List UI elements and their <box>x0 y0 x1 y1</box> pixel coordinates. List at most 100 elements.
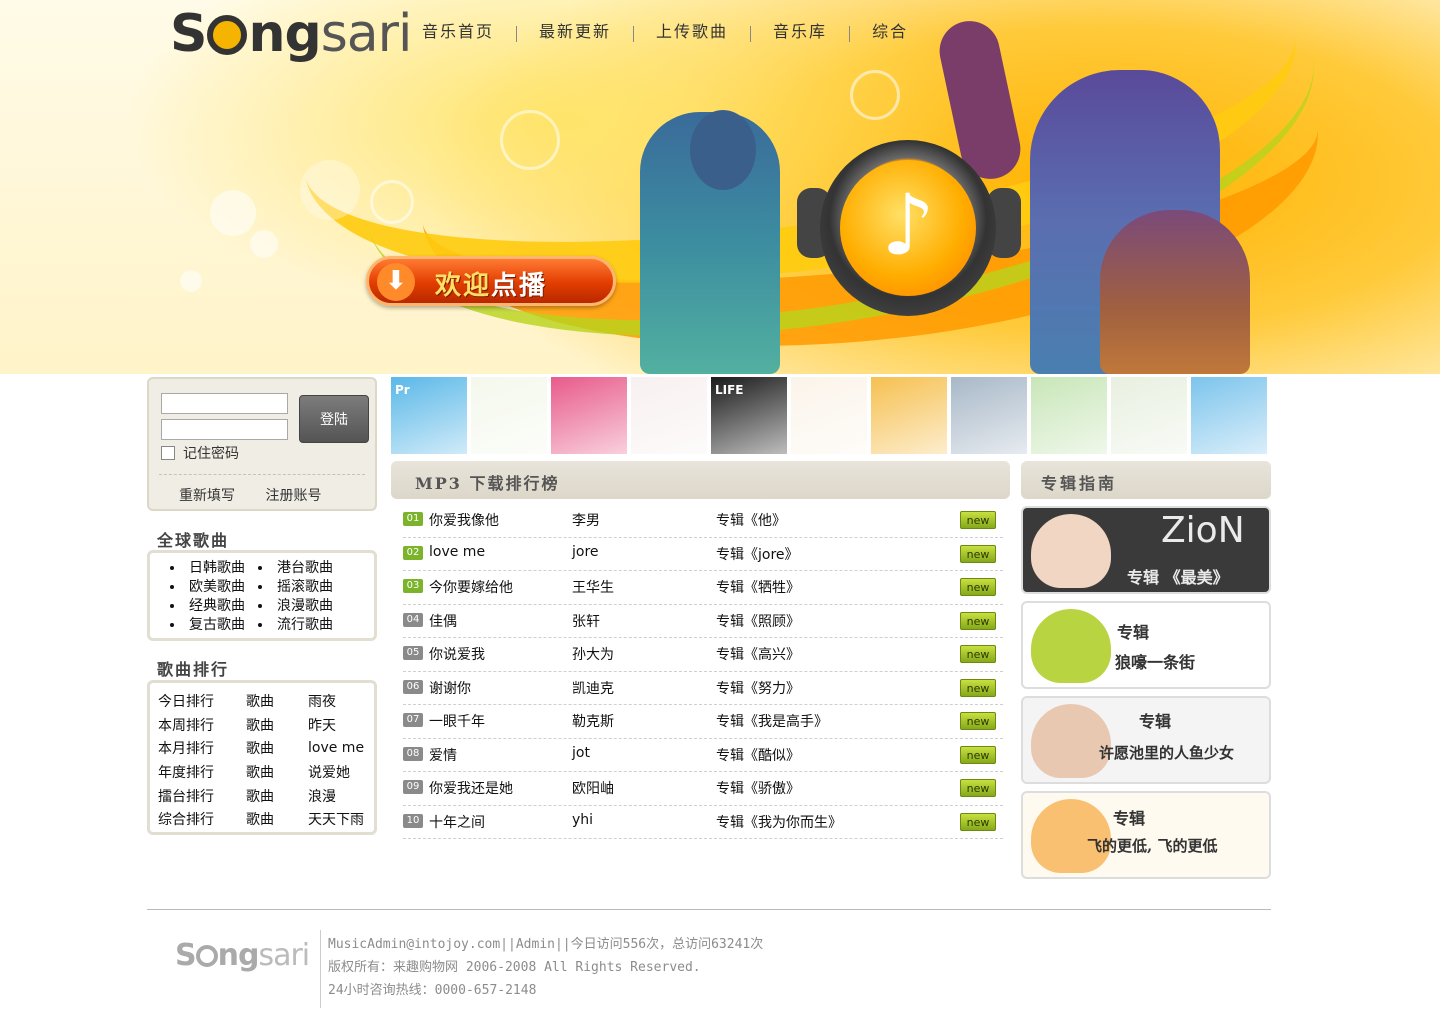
global-song-category[interactable]: 港台歌曲 <box>258 559 358 578</box>
album-link[interactable]: 专辑《骄傲》 <box>716 778 800 798</box>
global-song-category[interactable]: 经典歌曲 <box>170 597 258 616</box>
song-title-link[interactable]: 一眼千年 <box>429 711 485 731</box>
rank-number-badge: 05 <box>403 646 423 660</box>
rank-song-link[interactable]: 浪漫 <box>308 784 364 808</box>
global-song-category[interactable]: 复古歌曲 <box>170 616 258 635</box>
album-link[interactable]: 专辑《照顾》 <box>716 611 800 631</box>
album-thumbnail[interactable] <box>471 377 547 454</box>
banner-ring <box>370 180 414 224</box>
new-badge-button[interactable]: new <box>960 511 996 529</box>
nav-home[interactable]: 音乐首页 <box>400 18 516 46</box>
album-thumbnail[interactable] <box>1191 377 1267 454</box>
new-badge-button[interactable]: new <box>960 645 996 663</box>
rank-number-badge: 09 <box>403 780 423 794</box>
rank-song-link[interactable]: 昨天 <box>308 713 364 737</box>
rank-type: 歌曲 <box>246 741 274 758</box>
rank-song-link[interactable]: 雨夜 <box>308 689 364 713</box>
artist-link[interactable]: 勒克斯 <box>572 711 614 731</box>
rank-song-link[interactable]: love me <box>308 736 364 760</box>
artist-link[interactable]: 张轩 <box>572 611 600 631</box>
global-songs-panel: 日韩歌曲港台歌曲欧美歌曲摇滚歌曲经典歌曲浪漫歌曲复古歌曲流行歌曲 <box>147 550 377 641</box>
artist-link[interactable]: 欧阳岫 <box>572 778 614 798</box>
artist-link[interactable]: 李男 <box>572 510 600 530</box>
register-link[interactable]: 注册账号 <box>265 488 321 504</box>
song-title-link[interactable]: 佳偶 <box>429 611 457 631</box>
rank-period: 擂台排行 <box>158 788 214 805</box>
album-link[interactable]: 专辑《他》 <box>716 510 786 530</box>
nav-general[interactable]: 综合 <box>850 18 930 46</box>
welcome-button[interactable]: ⬇ 欢迎点播 <box>366 256 616 306</box>
rank-song-link[interactable]: 天天下雨 <box>308 807 364 831</box>
song-title-link[interactable]: 十年之间 <box>429 812 485 832</box>
album-link[interactable]: 专辑《jore》 <box>716 544 799 564</box>
song-title-link[interactable]: 谢谢你 <box>429 678 471 698</box>
album-thumbnail[interactable] <box>631 377 707 454</box>
footer-contact: MusicAdmin@intojoy.com||Admin||今日访问556次，… <box>328 937 764 952</box>
nav-upload[interactable]: 上传歌曲 <box>634 18 750 46</box>
artist-link[interactable]: 凯迪克 <box>572 678 614 698</box>
artist-link[interactable]: 孙大为 <box>572 644 614 664</box>
song-title-link[interactable]: 你爱我还是她 <box>429 778 513 798</box>
new-badge-button[interactable]: new <box>960 745 996 764</box>
username-input[interactable] <box>161 393 288 414</box>
song-title-link[interactable]: love me <box>429 544 485 560</box>
album-link[interactable]: 专辑《酷似》 <box>716 745 800 765</box>
album-thumbnail[interactable] <box>871 377 947 454</box>
remember-checkbox[interactable] <box>161 446 175 460</box>
nav-library[interactable]: 音乐库 <box>751 18 849 46</box>
global-song-category[interactable]: 浪漫歌曲 <box>258 597 358 616</box>
new-badge-button[interactable]: new <box>960 678 996 697</box>
album-thumbnail[interactable]: LIFE <box>711 377 787 454</box>
footer-separator <box>320 930 321 1008</box>
album-link[interactable]: 专辑《牺牲》 <box>716 577 800 597</box>
logo-disc-icon <box>207 15 248 55</box>
rank-type: 歌曲 <box>246 717 274 734</box>
new-badge-button[interactable]: new <box>960 611 996 630</box>
album-guide-header: 专辑指南 <box>1021 461 1271 499</box>
banner-bubble <box>300 160 360 220</box>
album-link[interactable]: 专辑《努力》 <box>716 678 800 698</box>
remember-password[interactable]: 记住密码 <box>161 443 239 463</box>
album-link[interactable]: 专辑《我为你而生》 <box>716 812 842 832</box>
site-logo[interactable]: Sngsari <box>170 4 412 64</box>
global-song-category[interactable]: 日韩歌曲 <box>170 559 258 578</box>
rank-type: 歌曲 <box>246 764 274 781</box>
album-card[interactable]: 专辑 许愿池里的人鱼少女 <box>1021 696 1271 784</box>
album-thumbnail[interactable] <box>791 377 867 454</box>
album-card[interactable]: ZioN 专辑 《最美》 <box>1021 506 1271 594</box>
reset-link[interactable]: 重新填写 <box>179 488 235 504</box>
album-thumbnail[interactable] <box>951 377 1027 454</box>
chart-row: 09 你爱我还是她 欧阳岫 专辑《骄傲》 new <box>403 772 1003 806</box>
new-badge-button[interactable]: new <box>960 812 996 831</box>
album-link[interactable]: 专辑《我是高手》 <box>716 711 828 731</box>
artist-link[interactable]: yhi <box>572 812 593 828</box>
new-badge-button[interactable]: new <box>960 578 996 596</box>
album-thumbnail[interactable]: Pr <box>391 377 467 454</box>
artist-link[interactable]: jore <box>572 544 599 560</box>
new-badge-button[interactable]: new <box>960 712 996 730</box>
login-button[interactable]: 登陆 <box>299 395 369 443</box>
artist-link[interactable]: 王华生 <box>572 577 614 597</box>
album-thumbnail[interactable] <box>1031 377 1107 454</box>
new-badge-button[interactable]: new <box>960 544 996 563</box>
rank-song-link[interactable]: 说爱她 <box>308 760 364 784</box>
artist-link[interactable]: jot <box>572 745 590 761</box>
password-input[interactable] <box>161 419 288 440</box>
chart-row: 08 爱情 jot 专辑《酷似》 new <box>403 739 1003 772</box>
song-title-link[interactable]: 你说爱我 <box>429 644 485 664</box>
global-song-category[interactable]: 摇滚歌曲 <box>258 578 358 597</box>
divider <box>159 474 365 475</box>
album-thumbnail[interactable] <box>551 377 627 454</box>
global-song-category[interactable]: 欧美歌曲 <box>170 578 258 597</box>
nav-latest[interactable]: 最新更新 <box>517 18 633 46</box>
new-badge-button[interactable]: new <box>960 779 996 797</box>
song-title-link[interactable]: 今你要嫁给他 <box>429 577 513 597</box>
album-card[interactable]: 专辑 飞的更低, 飞的更低 <box>1021 791 1271 879</box>
song-title-link[interactable]: 爱情 <box>429 745 457 765</box>
album-thumbnail[interactable] <box>1111 377 1187 454</box>
song-title-link[interactable]: 你爱我像他 <box>429 510 499 530</box>
global-song-category[interactable]: 流行歌曲 <box>258 616 358 635</box>
footer-copyright: 版权所有：来趣购物网 2006-2008 All Rights Reserved… <box>328 960 701 975</box>
album-link[interactable]: 专辑《高兴》 <box>716 644 800 664</box>
album-card[interactable]: 专辑 狼嚎一条街 <box>1021 601 1271 689</box>
